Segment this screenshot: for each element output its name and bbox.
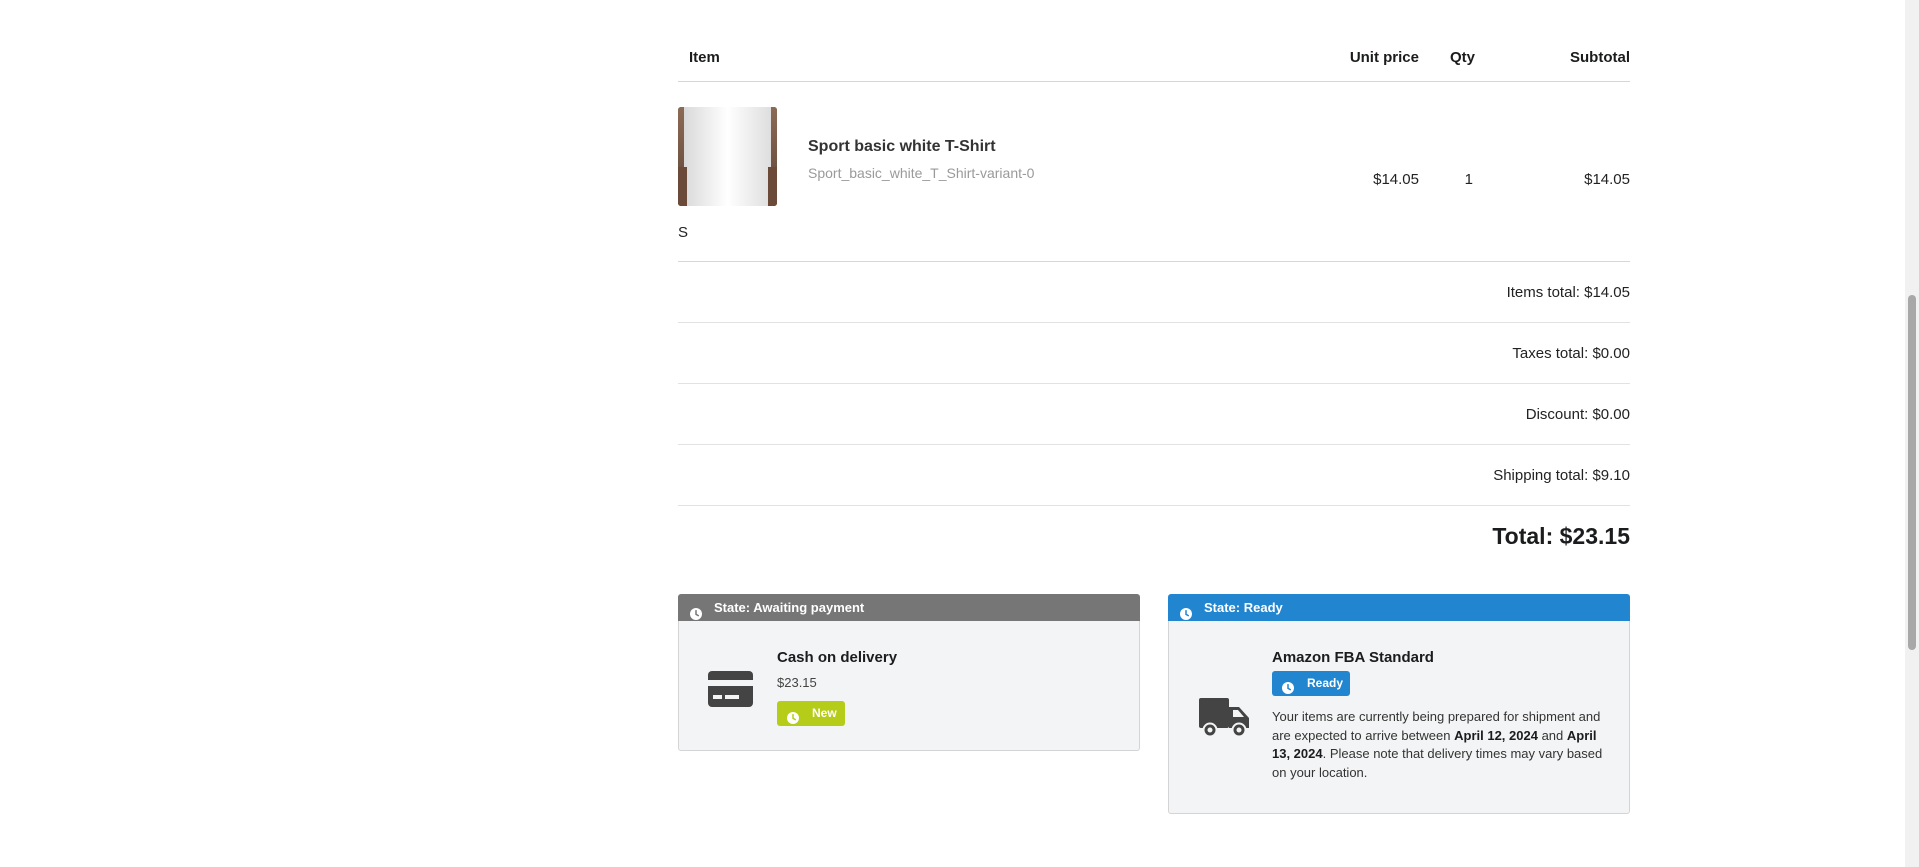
shipping-total-value: $9.10 [1592, 467, 1630, 484]
column-header-subtotal: Subtotal [1570, 49, 1630, 66]
shipment-state-header: State: Ready [1168, 594, 1630, 621]
payment-state-header: State: Awaiting payment [678, 594, 1140, 621]
taxes-total-value: $0.00 [1592, 345, 1630, 362]
delivery-date-from: April 12, 2024 [1454, 727, 1538, 743]
clock-icon [690, 602, 702, 620]
shipment-desc-part-2: and [1541, 727, 1564, 743]
clock-icon [1282, 678, 1294, 694]
shipment-description: Your items are currently being prepared … [1272, 708, 1612, 782]
payment-status-badge: New [777, 701, 845, 726]
shipment-card-body: Amazon FBA Standard Ready Your items are… [1168, 621, 1630, 814]
order-page: Item Unit price Qty Subtotal Sport basic… [0, 0, 1919, 867]
table-header: Item Unit price Qty Subtotal [678, 0, 1630, 82]
clock-icon [787, 708, 799, 724]
unit-price: $14.05 [1373, 171, 1419, 188]
taxes-total-label: Taxes total: [1512, 345, 1589, 362]
discount-label: Discount: [1525, 406, 1589, 423]
shipping-total-row: Shipping total: $9.10 [678, 445, 1630, 506]
shipping-method-name: Amazon FBA Standard [1272, 649, 1434, 666]
items-total-value: $14.05 [1584, 284, 1630, 301]
order-items-table: Item Unit price Qty Subtotal Sport basic… [678, 0, 1630, 566]
column-header-item: Item [689, 49, 720, 66]
order-total-row: Total: $23.15 [678, 506, 1630, 566]
payment-state-text: State: Awaiting payment [714, 600, 865, 615]
payment-amount: $23.15 [777, 675, 817, 690]
discount-value: $0.00 [1592, 406, 1630, 423]
credit-card-icon [708, 671, 753, 712]
column-header-unit-price: Unit price [1349, 49, 1419, 66]
column-header-qty: Qty [1449, 49, 1475, 66]
table-row: Sport basic white T-Shirt Sport_basic_wh… [678, 82, 1630, 262]
items-total-label: Items total: [1506, 284, 1580, 301]
payment-method-name: Cash on delivery [777, 649, 898, 666]
payment-card-body: Cash on delivery $23.15 New [678, 621, 1140, 751]
discount-row: Discount: $0.00 [678, 384, 1630, 445]
order-total-value: $23.15 [1559, 523, 1630, 549]
quantity: 1 [1464, 171, 1473, 188]
order-total-label: Total: [1492, 523, 1554, 549]
shipping-total-label: Shipping total: [1493, 467, 1589, 484]
taxes-total-row: Taxes total: $0.00 [678, 323, 1630, 384]
product-image [678, 107, 777, 206]
scrollbar-thumb[interactable] [1908, 295, 1916, 650]
shipment-card: State: Ready Amazon FBA Standard Ready Y… [1168, 594, 1630, 814]
clock-icon [1180, 602, 1192, 620]
product-variant-code: Sport_basic_white_T_Shirt-variant-0 [808, 165, 1035, 181]
items-total-row: Items total: $14.05 [678, 262, 1630, 323]
payment-card: State: Awaiting payment Cash on delivery… [678, 594, 1140, 751]
product-name[interactable]: Sport basic white T-Shirt [808, 138, 996, 156]
variant-option: S [678, 224, 689, 241]
shipment-state-text: State: Ready [1204, 600, 1283, 615]
shipment-status-badge: Ready [1272, 671, 1350, 696]
vertical-scrollbar[interactable] [1905, 0, 1919, 867]
shipment-status-text: Ready [1307, 676, 1344, 690]
truck-icon [1199, 698, 1249, 745]
item-subtotal: $14.05 [1584, 171, 1630, 188]
payment-status-text: New [812, 706, 837, 720]
